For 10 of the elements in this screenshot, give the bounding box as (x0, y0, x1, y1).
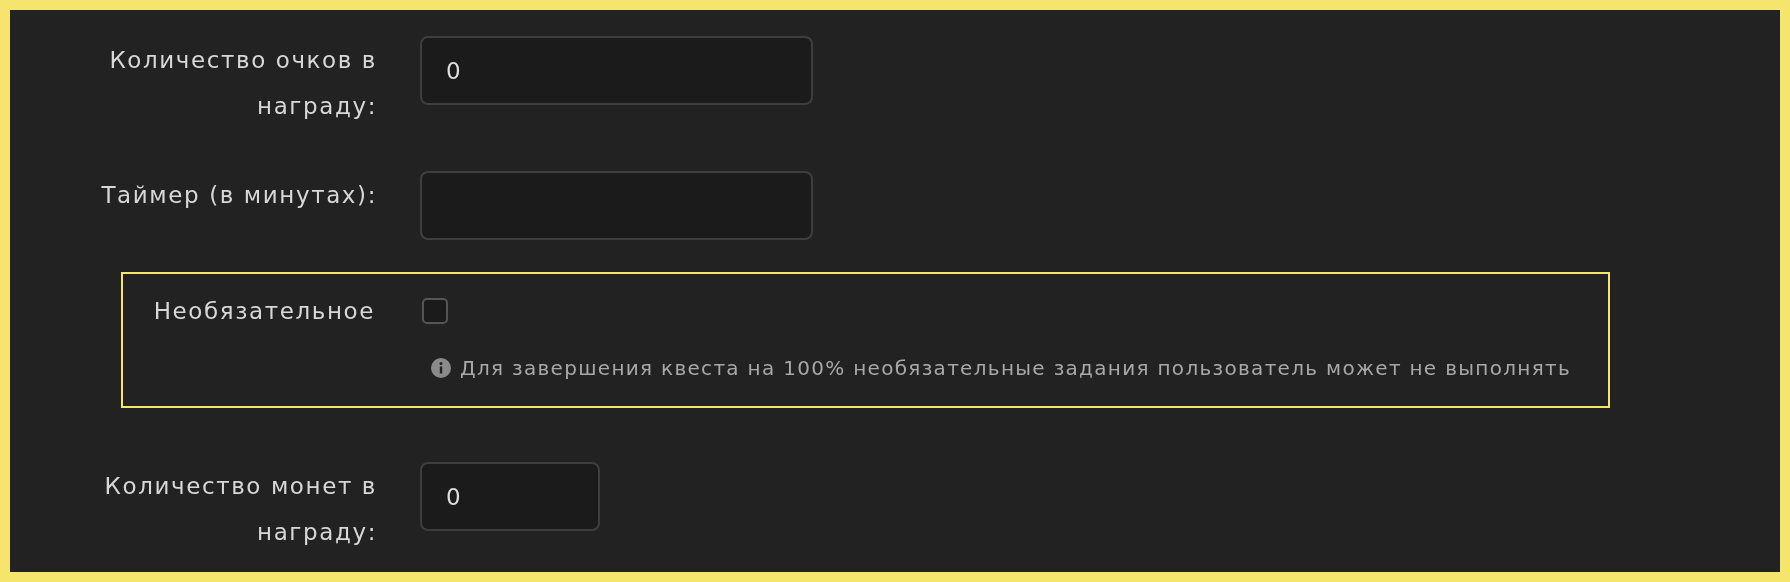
input-field[interactable]: 0 (420, 462, 600, 531)
hint-text: Для завершения квеста на 100% необязательные задания пользователь может не выполнять (460, 356, 1572, 380)
checkbox[interactable] (422, 298, 448, 324)
input-field[interactable] (420, 171, 813, 240)
input-field[interactable]: 0 (420, 36, 813, 105)
checkbox-label: Необязательное (152, 297, 375, 326)
info-icon (431, 358, 451, 378)
field-label: Количество монет в награду: (103, 472, 377, 547)
field-label: Таймер (в минутах): (100, 181, 377, 210)
field-label: Количество очков в награду: (108, 46, 377, 121)
